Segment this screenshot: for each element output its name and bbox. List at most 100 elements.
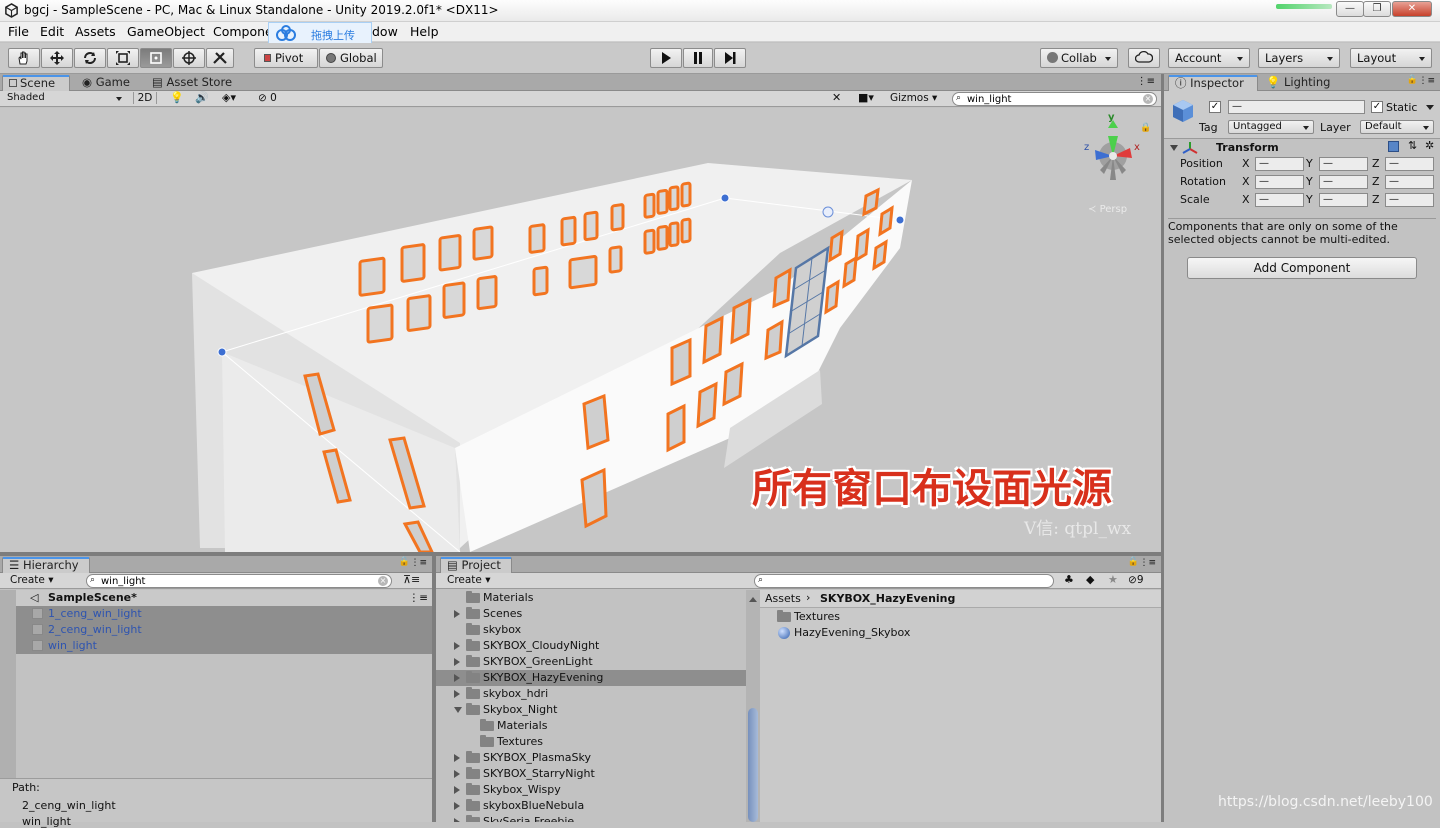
transform-field-x[interactable]: — (1255, 157, 1304, 171)
breadcrumb-current[interactable]: SKYBOX_HazyEvening (820, 592, 955, 605)
menu-gameobject[interactable]: GameObject (127, 24, 205, 39)
expand-arrow-right-icon[interactable] (454, 690, 460, 698)
hierarchy-create-dropdown[interactable]: Create ▾ (10, 574, 54, 586)
project-tree-item[interactable]: Scenes (436, 606, 746, 622)
tab-lighting[interactable]: 💡 Lighting (1260, 75, 1336, 91)
expand-arrow-right-icon[interactable] (454, 610, 460, 618)
project-tree-item[interactable]: skyboxBlueNebula (436, 798, 746, 814)
step-button[interactable] (714, 48, 746, 68)
component-gear-icon[interactable]: ✲ (1425, 139, 1434, 152)
project-tree-item[interactable]: SKYBOX_GreenLight (436, 654, 746, 670)
transform-field-y[interactable]: — (1319, 175, 1368, 189)
project-lock-icon[interactable]: 🔒 (1128, 557, 1139, 567)
tab-inspector[interactable]: ⓘ Inspector (1168, 75, 1258, 91)
project-tree-item[interactable]: SKYBOX_CloudyNight (436, 638, 746, 654)
move-tool-button[interactable] (41, 48, 73, 68)
transform-field-z[interactable]: — (1385, 175, 1434, 189)
expand-arrow-right-icon[interactable] (454, 770, 460, 778)
expand-arrow-right-icon[interactable] (454, 642, 460, 650)
transform-field-x[interactable]: — (1255, 193, 1304, 207)
effects-dropdown-icon[interactable]: ◈▾ (222, 91, 236, 104)
object-name-field[interactable]: — (1228, 100, 1365, 114)
transform-field-x[interactable]: — (1255, 175, 1304, 189)
transform-field-y[interactable]: — (1319, 157, 1368, 171)
layers-dropdown[interactable]: Layers (1258, 48, 1340, 68)
project-tree-item[interactable]: SKYBOX_HazyEvening (436, 670, 746, 686)
camera-dropdown-icon[interactable]: ■▾ (858, 91, 874, 104)
menu-help[interactable]: Help (410, 24, 439, 39)
scene-search-input[interactable]: ⌕ win_light × (952, 92, 1157, 106)
filter-icon[interactable]: ⊼≡ (403, 573, 420, 586)
project-content-item[interactable]: HazyEvening_Skybox (760, 625, 1161, 641)
project-tree-item[interactable]: SkySeria Freebie (436, 814, 746, 822)
tab-game[interactable]: ◉ Game (76, 75, 136, 91)
project-tree-scrollbar[interactable] (746, 590, 760, 822)
orientation-gizmo[interactable]: 🔒 (1095, 120, 1151, 180)
menu-assets[interactable]: Assets (75, 24, 116, 39)
scene-tools-icon[interactable]: ✕ (832, 91, 841, 104)
search-by-type-icon[interactable]: ♣ (1064, 573, 1074, 586)
scale-tool-button[interactable] (107, 48, 139, 68)
hierarchy-item[interactable]: win_light (16, 638, 432, 654)
maximize-button[interactable]: ❐ (1363, 1, 1391, 17)
clear-search-icon[interactable]: × (1143, 94, 1153, 104)
menu-component[interactable]: Compone (213, 24, 273, 39)
scene-options-icon[interactable]: ⋮≡ (409, 590, 428, 606)
inspector-menu-icon[interactable]: ⋮≡ (1418, 76, 1435, 86)
transform-tool-button[interactable] (173, 48, 205, 68)
project-content-item[interactable]: Textures (760, 609, 1161, 625)
pause-button[interactable] (683, 48, 713, 68)
hierarchy-item[interactable]: 1_ceng_win_light (16, 606, 432, 622)
tab-asset-store[interactable]: ▤ Asset Store (146, 75, 238, 91)
pivot-toggle[interactable]: Pivot (254, 48, 318, 68)
transform-field-z[interactable]: — (1385, 193, 1434, 207)
project-search-input[interactable]: ⌕ (754, 574, 1054, 588)
project-tree-item[interactable]: Textures (436, 734, 746, 750)
custom-tool-button[interactable] (206, 48, 234, 68)
hierarchy-search-input[interactable]: ⌕ win_light × (86, 574, 392, 588)
expand-arrow-right-icon[interactable] (454, 818, 460, 822)
menu-window[interactable]: dow (372, 24, 398, 39)
hierarchy-clear-search-icon[interactable]: × (378, 576, 388, 586)
foldout-arrow-icon[interactable] (1170, 145, 1178, 151)
layer-dropdown[interactable]: Default (1360, 120, 1434, 134)
minimize-button[interactable]: — (1336, 1, 1364, 17)
scene-viewport[interactable]: 🔒 y z x ≺ Persp 所有窗口布设面光源 V信: qtpl_wx (0, 108, 1161, 552)
expand-arrow-right-icon[interactable] (454, 674, 460, 682)
tab-project[interactable]: ▤ Project (440, 557, 512, 573)
expand-arrow-down-icon[interactable] (454, 707, 462, 713)
static-dropdown-arrow[interactable] (1426, 105, 1434, 114)
menu-edit[interactable]: Edit (40, 24, 64, 39)
favorites-star-icon[interactable]: ★ (1108, 573, 1118, 586)
project-tree-item[interactable]: Materials (436, 718, 746, 734)
rotate-tool-button[interactable] (74, 48, 106, 68)
help-book-icon[interactable] (1388, 141, 1399, 152)
inspector-lock-icon[interactable]: 🔒 (1407, 75, 1418, 85)
tab-scene[interactable]: Scene (2, 75, 70, 91)
shading-mode-dropdown[interactable]: Shaded (3, 92, 126, 106)
audio-toggle-icon[interactable]: 🔊 (195, 91, 209, 104)
hierarchy-menu-icon[interactable]: ⋮≡ (410, 558, 427, 568)
project-tree-item[interactable]: Materials (436, 590, 746, 606)
scene-panel-menu-icon[interactable]: ⋮≡ (1137, 76, 1155, 87)
menu-file[interactable]: File (8, 24, 29, 39)
project-create-dropdown[interactable]: Create ▾ (447, 574, 491, 586)
preset-icon[interactable]: ⇅ (1408, 139, 1417, 152)
project-tree-item[interactable]: Skybox_Wispy (436, 782, 746, 798)
layout-dropdown[interactable]: Layout (1350, 48, 1432, 68)
scroll-thumb[interactable] (748, 708, 758, 822)
scroll-up-arrow[interactable] (749, 593, 757, 602)
tag-dropdown[interactable]: Untagged (1228, 120, 1314, 134)
expand-arrow-right-icon[interactable] (454, 754, 460, 762)
transform-field-z[interactable]: — (1385, 157, 1434, 171)
collab-dropdown[interactable]: Collab (1040, 48, 1118, 68)
add-component-button[interactable]: Add Component (1187, 257, 1417, 279)
project-tree-item[interactable]: SKYBOX_PlasmaSky (436, 750, 746, 766)
cloud-button[interactable] (1128, 48, 1160, 68)
project-tree-item[interactable]: SKYBOX_StarryNight (436, 766, 746, 782)
persp-label[interactable]: ≺ Persp (1088, 204, 1127, 215)
active-checkbox[interactable]: ✓ (1209, 101, 1221, 113)
expand-arrow-right-icon[interactable] (454, 658, 460, 666)
close-button[interactable]: ✕ (1392, 1, 1432, 17)
expand-arrow-right-icon[interactable] (454, 786, 460, 794)
